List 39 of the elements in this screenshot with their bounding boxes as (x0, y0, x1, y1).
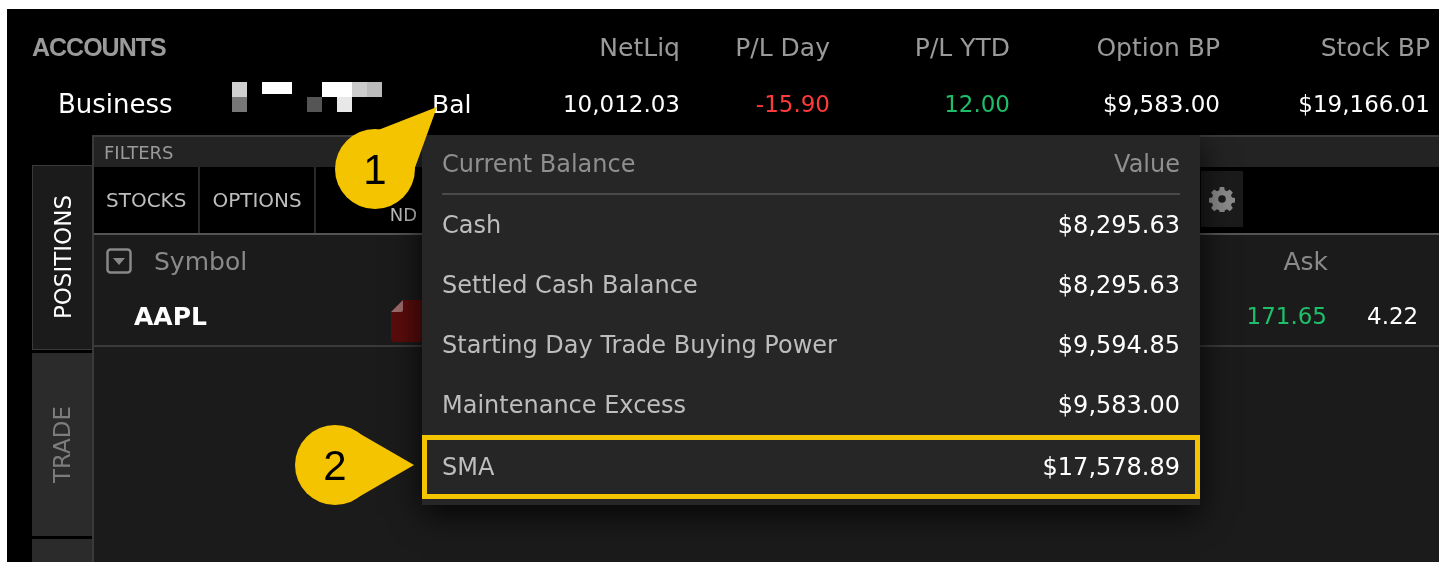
dropdown-icon[interactable] (106, 248, 132, 274)
balance-dropdown[interactable]: Bal (432, 89, 482, 119)
balance-value: $17,578.89 (1042, 453, 1180, 481)
account-value: 12.00 (943, 91, 1010, 117)
balance-label: SMA (442, 453, 495, 481)
settings-icon (1209, 186, 1236, 212)
account-value: 10,012.03 (561, 91, 680, 117)
filter-button[interactable]: ND (389, 203, 418, 227)
balance-label: Settled Cash Balance (442, 271, 698, 299)
side-tab[interactable]: POSITIONS (32, 165, 92, 350)
balance-label: Starting Day Trade Buying Power (442, 331, 837, 359)
account-value: $19,166.01 (1297, 91, 1430, 117)
callout-number: 2 (323, 442, 347, 489)
section-title: ACCOUNTS (31, 32, 167, 62)
settings-button[interactable] (1199, 169, 1246, 229)
balance-label: Maintenance Excess (442, 391, 687, 419)
column-header: P/L Day (734, 32, 830, 62)
column-header: Option BP (1095, 32, 1220, 62)
column-header: Stock BP (1319, 32, 1430, 62)
column-header: Value (1114, 150, 1180, 178)
column-header: Symbol (154, 246, 248, 276)
column-header: Ask (1283, 246, 1328, 276)
column-header: P/L YTD (913, 32, 1010, 62)
column-header: Current Balance (442, 150, 636, 178)
folded-tag-icon (389, 300, 423, 342)
account-name: Business (58, 89, 173, 119)
balance-label: Cash (442, 211, 502, 239)
column-header: NetLiq (598, 32, 680, 62)
balance-value: $9,594.85 (1057, 331, 1180, 359)
filters-label: FILTERS (103, 141, 174, 163)
callout-number: 1 (363, 146, 387, 193)
account-value: $9,583.00 (1101, 91, 1220, 117)
account-value: -15.90 (754, 91, 830, 117)
table-cell-text: 4.22 (1367, 303, 1420, 329)
balance-value: $8,295.63 (1057, 211, 1180, 239)
table-cell-text: AAPL (134, 301, 208, 331)
table-cell: 171.65 (1246, 303, 1327, 329)
balance-value: $9,583.00 (1057, 391, 1180, 419)
balance-value: $8,295.63 (1057, 271, 1180, 299)
